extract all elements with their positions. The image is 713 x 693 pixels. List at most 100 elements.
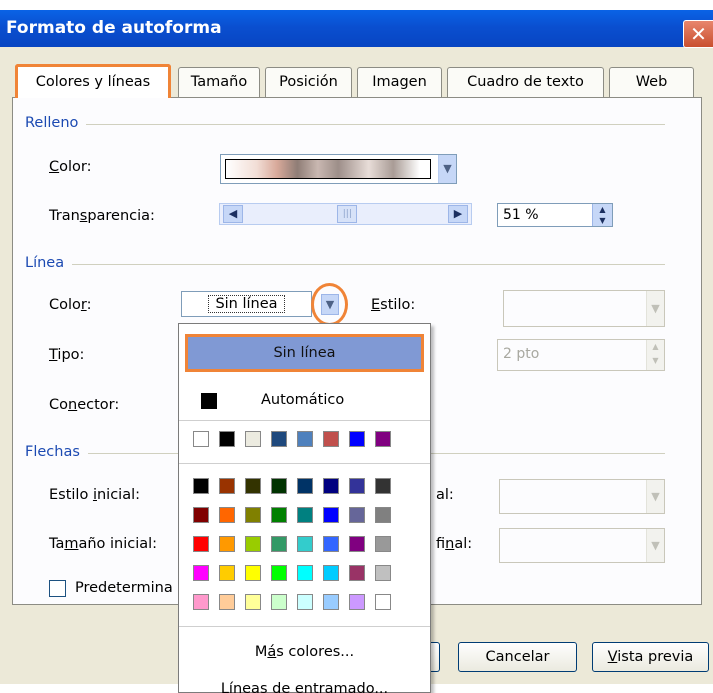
grosor-value: 2 pto (503, 346, 540, 362)
estilo-final-dropdown[interactable]: ▼ (499, 479, 665, 514)
color-swatch[interactable] (193, 536, 209, 552)
color-swatch[interactable] (193, 478, 209, 494)
color-swatch[interactable] (349, 478, 365, 494)
tab-web[interactable]: Web (609, 67, 694, 98)
sin-linea-option[interactable]: Sin línea (185, 334, 424, 372)
color-swatch[interactable] (271, 431, 287, 447)
linea-color-label: Color: (49, 297, 92, 313)
transparencia-value[interactable]: 51 % (503, 207, 539, 223)
mas-colores-option[interactable]: Más colores... (179, 644, 430, 660)
cancel-button[interactable]: Cancelar (458, 642, 577, 672)
color-swatch[interactable] (219, 431, 235, 447)
spinner-arrows-icon[interactable]: ▲ ▼ (646, 340, 664, 370)
tab-tamano[interactable]: Tamaño (178, 67, 260, 98)
color-swatch[interactable] (193, 431, 209, 447)
close-icon: ✕ (690, 22, 707, 46)
close-button[interactable]: ✕ (683, 20, 713, 48)
chevron-down-icon[interactable]: ▼ (646, 529, 664, 562)
color-swatch[interactable] (271, 507, 287, 523)
color-swatch[interactable] (323, 478, 339, 494)
highlight-circle (311, 283, 348, 326)
color-swatch[interactable] (245, 565, 261, 581)
color-swatch[interactable] (297, 478, 313, 494)
color-swatch[interactable] (245, 507, 261, 523)
color-swatch[interactable] (375, 507, 391, 523)
fill-preview (225, 159, 431, 179)
popup-divider (179, 626, 430, 627)
color-swatch[interactable] (375, 431, 391, 447)
chevron-down-icon[interactable]: ▼ (438, 155, 456, 183)
color-swatch[interactable] (297, 536, 313, 552)
transparencia-slider[interactable]: ◀ ||| ▶ (219, 203, 472, 225)
color-swatch[interactable] (245, 478, 261, 494)
color-swatch[interactable] (271, 565, 287, 581)
color-swatch[interactable] (245, 536, 261, 552)
color-swatch[interactable] (219, 536, 235, 552)
color-swatch[interactable] (193, 565, 209, 581)
color-swatch[interactable] (193, 507, 209, 523)
color-swatch[interactable] (349, 565, 365, 581)
linea-color-value: Sin línea (208, 295, 285, 313)
relleno-color-label: Color: (49, 159, 92, 175)
chevron-down-icon[interactable]: ▼ (646, 291, 664, 326)
lineas-de-entramado-option[interactable]: Líneas de entramado... (179, 681, 430, 693)
color-picker-popup: Sin línea Automático Más colores... Líne… (178, 323, 431, 693)
color-swatch[interactable] (375, 594, 391, 610)
color-swatch[interactable] (219, 478, 235, 494)
tamano-inicial-label: Tamaño inicial: (49, 536, 158, 552)
tab-colores-y-lineas[interactable]: Colores y líneas (15, 64, 171, 98)
color-swatch[interactable] (349, 536, 365, 552)
estilo-inicial-label: Estilo inicial: (49, 487, 141, 503)
tab-posicion[interactable]: Posición (265, 67, 352, 98)
color-swatch[interactable] (375, 478, 391, 494)
color-swatch[interactable] (297, 431, 313, 447)
color-swatch[interactable] (271, 478, 287, 494)
automatic-color-swatch[interactable] (201, 393, 217, 409)
color-swatch[interactable] (323, 507, 339, 523)
dialog-window: Formato de autoforma ✕ Colores y líneas … (0, 0, 713, 693)
vista-previa-button[interactable]: Vista previa (592, 642, 709, 672)
transparencia-spinner[interactable]: 51 % ▲ ▼ (497, 203, 613, 227)
color-swatch[interactable] (297, 565, 313, 581)
color-swatch[interactable] (297, 507, 313, 523)
predeterminar-checkbox[interactable] (49, 580, 66, 597)
tab-cuadro-de-texto[interactable]: Cuadro de texto (447, 67, 604, 98)
color-swatch[interactable] (297, 594, 313, 610)
tamano-final-label: final: (436, 536, 473, 552)
color-swatch[interactable] (375, 536, 391, 552)
color-swatch[interactable] (349, 594, 365, 610)
color-swatch[interactable] (219, 507, 235, 523)
tamano-final-dropdown[interactable]: ▼ (499, 528, 665, 563)
color-swatch[interactable] (323, 594, 339, 610)
window-title: Formato de autoforma (6, 18, 222, 38)
chevron-left-icon[interactable]: ◀ (223, 205, 243, 223)
predeterminar-label: Predetermina (75, 580, 173, 596)
color-swatch[interactable] (349, 431, 365, 447)
chevron-right-icon[interactable]: ▶ (448, 205, 468, 223)
popup-divider (179, 463, 430, 464)
color-swatch[interactable] (323, 536, 339, 552)
group-flechas: Flechas (25, 444, 88, 460)
color-swatch[interactable] (219, 594, 235, 610)
slider-thumb[interactable]: ||| (337, 205, 358, 223)
color-swatch[interactable] (271, 536, 287, 552)
color-swatch[interactable] (375, 565, 391, 581)
linea-color-dropdown[interactable]: Sin línea (181, 291, 312, 317)
automatico-option[interactable]: Automático (261, 392, 344, 408)
color-swatch[interactable] (349, 507, 365, 523)
relleno-color-dropdown[interactable]: ▼ (220, 154, 457, 184)
color-swatch[interactable] (271, 594, 287, 610)
color-swatch[interactable] (323, 431, 339, 447)
chevron-down-icon[interactable]: ▼ (646, 480, 664, 513)
estilo-dropdown[interactable]: ▼ (503, 290, 665, 327)
tab-imagen[interactable]: Imagen (357, 67, 442, 98)
color-swatch[interactable] (245, 594, 261, 610)
transparencia-label: Transparencia: (49, 208, 155, 224)
color-swatch[interactable] (219, 565, 235, 581)
spinner-arrows-icon[interactable]: ▲ ▼ (592, 204, 612, 226)
title-bar[interactable]: Formato de autoforma ✕ (0, 10, 713, 48)
color-swatch[interactable] (245, 431, 261, 447)
color-swatch[interactable] (323, 565, 339, 581)
grosor-spinner[interactable]: 2 pto ▲ ▼ (497, 339, 665, 371)
color-swatch[interactable] (193, 594, 209, 610)
